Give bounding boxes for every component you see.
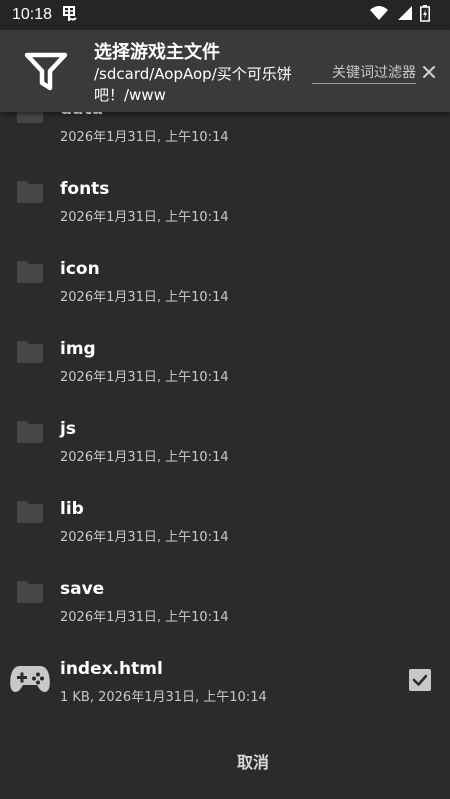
select-checkbox[interactable]	[409, 669, 431, 691]
filter-icon[interactable]	[24, 52, 68, 92]
close-icon[interactable]	[421, 64, 437, 80]
folder-icon	[17, 341, 43, 363]
file-name: index.html	[60, 659, 163, 679]
keyword-filter-input[interactable]	[312, 62, 416, 84]
folder-name: js	[60, 419, 76, 439]
folder-modified: 2026年1月31日, 上午10:14	[60, 450, 229, 465]
folder-row-data[interactable]: data 2026年1月31日, 上午10:14	[0, 112, 450, 152]
folder-row-lib[interactable]: lib 2026年1月31日, 上午10:14	[0, 472, 450, 552]
folder-icon	[17, 112, 43, 123]
current-path: /sdcard/AopAop/买个可乐饼吧！/www	[94, 65, 292, 104]
dialog-footer: 取消	[0, 732, 450, 799]
folder-icon	[17, 581, 43, 603]
file-meta: 1 KB, 2026年1月31日, 上午10:14	[60, 690, 267, 705]
folder-modified: 2026年1月31日, 上午10:14	[60, 210, 229, 225]
folder-name: img	[60, 339, 96, 359]
folder-row-icon[interactable]: icon 2026年1月31日, 上午10:14	[0, 232, 450, 312]
folder-name: data	[60, 112, 103, 119]
dialog-title: 选择游戏主文件	[94, 42, 220, 63]
gamepad-icon	[10, 664, 50, 694]
signal-icon	[396, 5, 412, 25]
folder-modified: 2026年1月31日, 上午10:14	[60, 530, 229, 545]
folder-row-save[interactable]: save 2026年1月31日, 上午10:14	[0, 552, 450, 632]
folder-icon	[17, 421, 43, 443]
status-bar: 10:18	[0, 0, 450, 30]
notification-icon	[60, 6, 78, 26]
folder-name: icon	[60, 259, 100, 279]
status-time: 10:18	[12, 6, 53, 23]
folder-name: lib	[60, 499, 84, 519]
folder-modified: 2026年1月31日, 上午10:14	[60, 290, 229, 305]
keyword-filter	[312, 62, 416, 84]
file-list: data 2026年1月31日, 上午10:14 fonts 2026年1月31…	[0, 112, 450, 732]
cancel-button[interactable]: 取消	[205, 746, 305, 776]
folder-row-fonts[interactable]: fonts 2026年1月31日, 上午10:14	[0, 152, 450, 232]
folder-row-img[interactable]: img 2026年1月31日, 上午10:14	[0, 312, 450, 392]
file-row-index-html[interactable]: index.html 1 KB, 2026年1月31日, 上午10:14	[0, 632, 450, 712]
wifi-icon	[370, 5, 388, 25]
folder-modified: 2026年1月31日, 上午10:14	[60, 610, 229, 625]
folder-icon	[17, 501, 43, 523]
folder-modified: 2026年1月31日, 上午10:14	[60, 370, 229, 385]
folder-name: save	[60, 579, 105, 599]
folder-name: fonts	[60, 179, 110, 199]
folder-icon	[17, 181, 43, 203]
folder-row-js[interactable]: js 2026年1月31日, 上午10:14	[0, 392, 450, 472]
file-picker-header: 选择游戏主文件 /sdcard/AopAop/买个可乐饼吧！/www	[0, 30, 450, 112]
folder-icon	[17, 261, 43, 283]
folder-modified: 2026年1月31日, 上午10:14	[60, 130, 229, 145]
battery-icon	[420, 4, 430, 26]
